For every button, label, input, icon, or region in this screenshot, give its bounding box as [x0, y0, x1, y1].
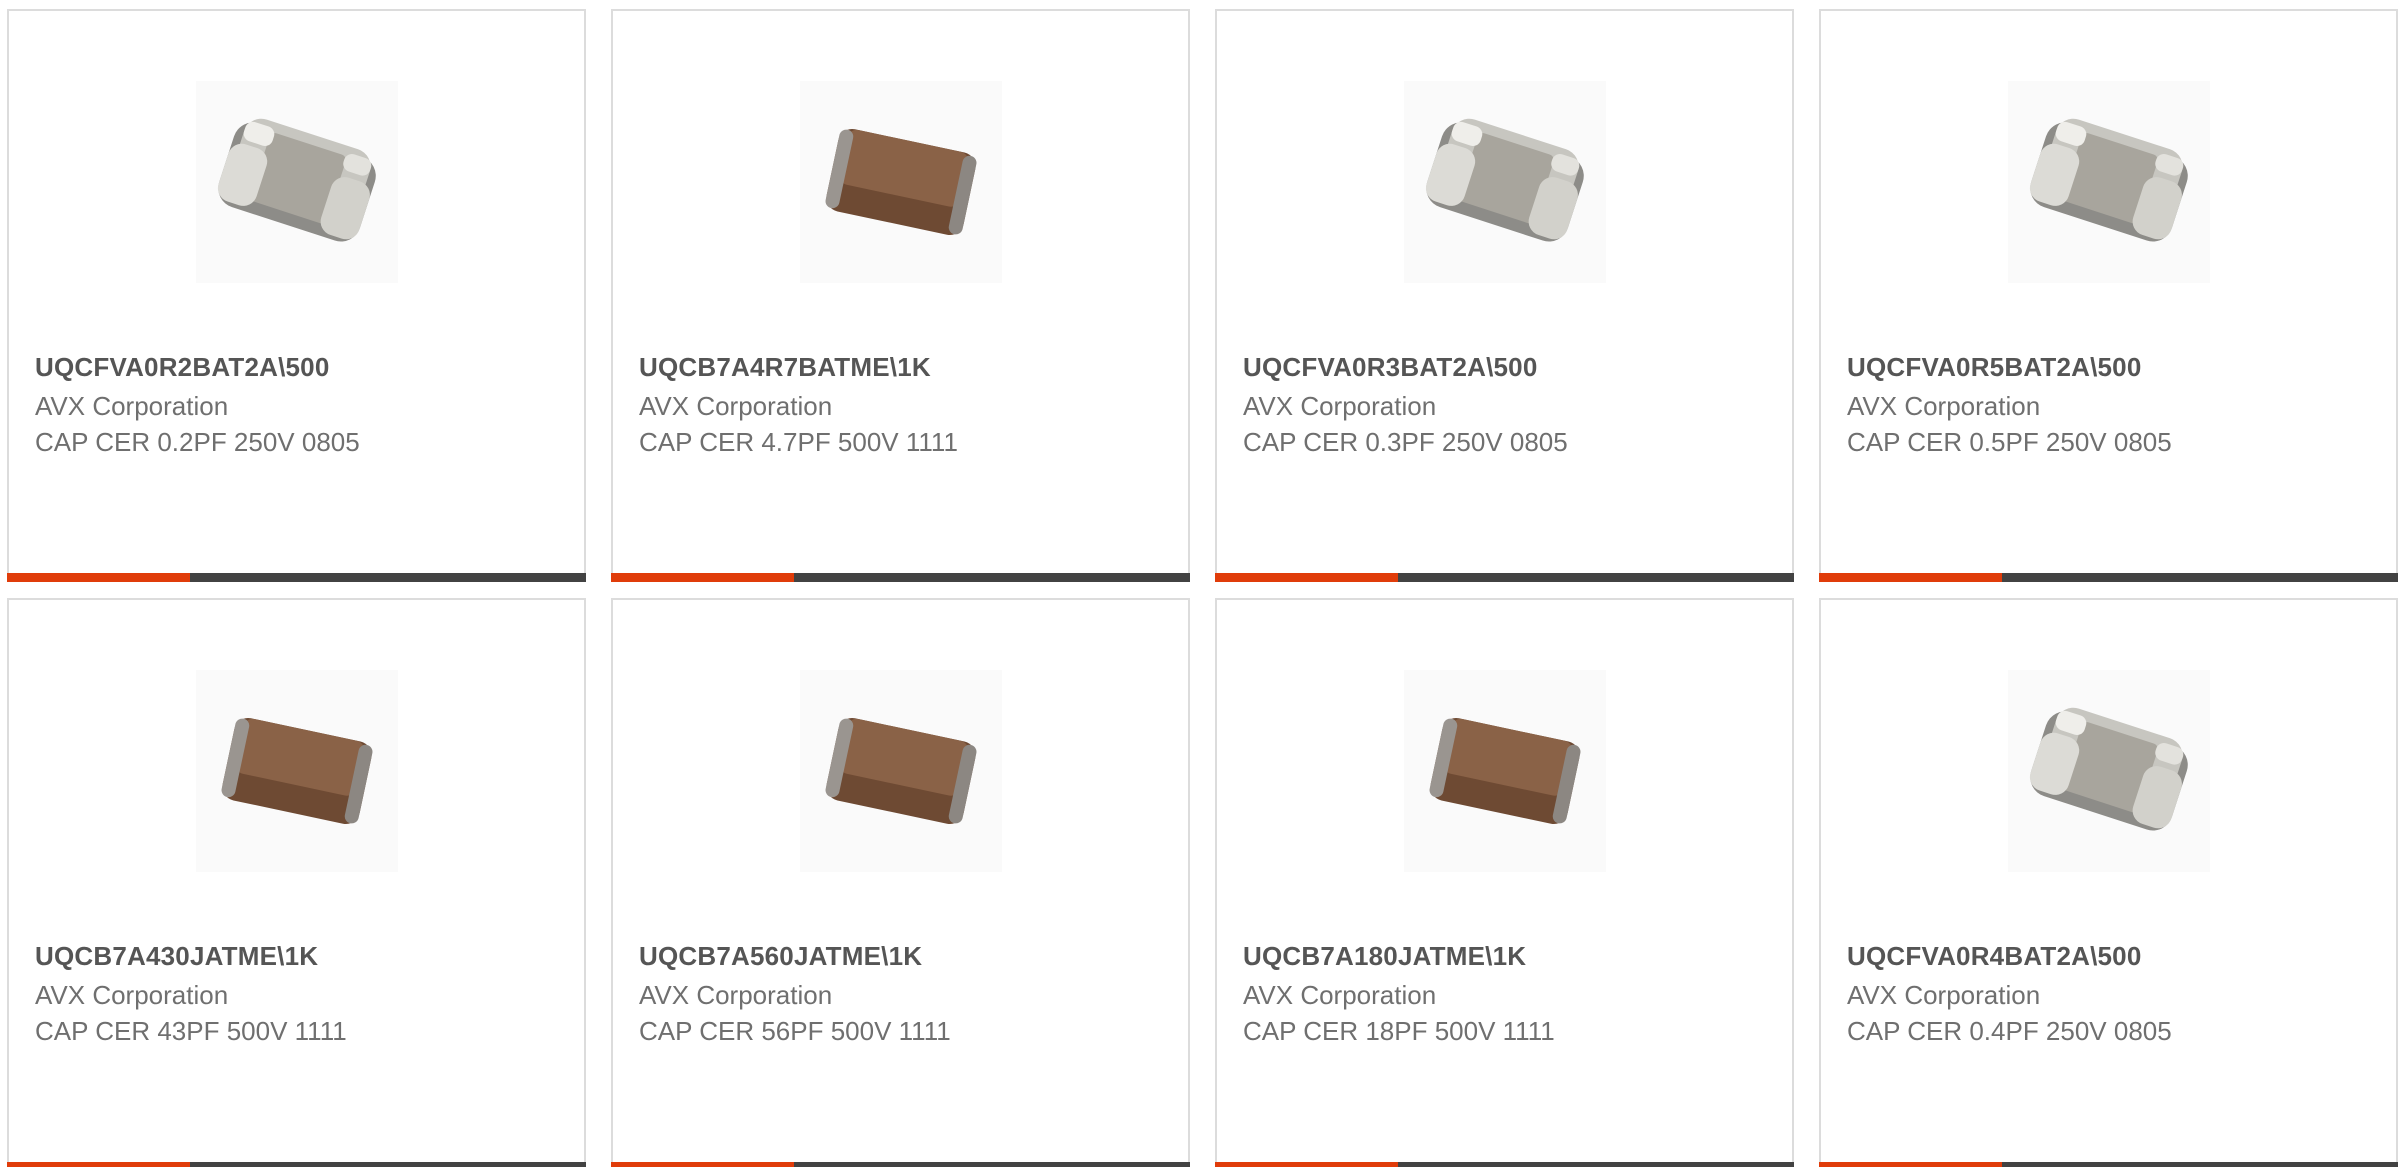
product-description: CAP CER 0.5PF 250V 0805 [1847, 427, 2172, 457]
product-card[interactable]: UQCB7A560JATME\1K AVX Corporation CAP CE… [611, 598, 1190, 1167]
brown-capacitor-icon [825, 717, 976, 825]
product-image[interactable] [195, 670, 398, 872]
brown-capacitor-icon [1429, 717, 1580, 825]
card-footer-bar [611, 573, 1190, 582]
part-number[interactable]: UQCB7A180JATME\1K [1243, 941, 1526, 972]
product-image[interactable] [2007, 670, 2210, 872]
part-number[interactable]: UQCFVA0R4BAT2A\500 [1847, 941, 2142, 972]
product-image[interactable] [1403, 81, 1606, 283]
manufacturer: AVX Corporation [35, 391, 229, 421]
accent-bar [1215, 573, 1398, 582]
product-description: CAP CER 0.2PF 250V 0805 [35, 427, 360, 457]
product-image[interactable] [799, 670, 1002, 872]
product-description: CAP CER 56PF 500V 1111 [639, 1016, 951, 1046]
accent-bar [611, 1162, 794, 1167]
card-footer-bar [7, 1162, 586, 1167]
manufacturer: AVX Corporation [35, 980, 229, 1010]
accent-bar [7, 1162, 190, 1167]
accent-bar [1819, 1162, 2002, 1167]
manufacturer: AVX Corporation [1243, 980, 1437, 1010]
manufacturer: AVX Corporation [1847, 391, 2041, 421]
silver-capacitor-icon [2029, 118, 2188, 242]
silver-capacitor-icon [217, 118, 376, 242]
card-footer-bar [1819, 1162, 2398, 1167]
product-card[interactable]: UQCFVA0R4BAT2A\500 AVX Corporation CAP C… [1819, 598, 2398, 1167]
brown-capacitor-icon [825, 128, 976, 236]
card-footer-bar [1215, 573, 1794, 582]
product-description: CAP CER 0.4PF 250V 0805 [1847, 1016, 2172, 1046]
card-footer-bar [1819, 573, 2398, 582]
product-card[interactable]: UQCFVA0R5BAT2A\500 AVX Corporation CAP C… [1819, 9, 2398, 582]
product-image[interactable] [1403, 670, 1606, 872]
part-number[interactable]: UQCB7A4R7BATME\1K [639, 352, 931, 383]
product-description: CAP CER 0.3PF 250V 0805 [1243, 427, 1568, 457]
brown-capacitor-icon [221, 717, 372, 825]
manufacturer: AVX Corporation [639, 391, 833, 421]
card-footer-bar [1215, 1162, 1794, 1167]
manufacturer: AVX Corporation [639, 980, 833, 1010]
product-card[interactable]: UQCFVA0R2BAT2A\500 AVX Corporation CAP C… [7, 9, 586, 582]
product-description: CAP CER 43PF 500V 1111 [35, 1016, 347, 1046]
accent-bar [7, 573, 190, 582]
card-footer-bar [7, 573, 586, 582]
part-number[interactable]: UQCB7A560JATME\1K [639, 941, 922, 972]
product-image[interactable] [195, 81, 398, 283]
part-number[interactable]: UQCFVA0R3BAT2A\500 [1243, 352, 1538, 383]
product-card[interactable]: UQCB7A4R7BATME\1K AVX Corporation CAP CE… [611, 9, 1190, 582]
silver-capacitor-icon [1425, 118, 1584, 242]
card-footer-bar [611, 1162, 1190, 1167]
manufacturer: AVX Corporation [1243, 391, 1437, 421]
product-card[interactable]: UQCB7A430JATME\1K AVX Corporation CAP CE… [7, 598, 586, 1167]
part-number[interactable]: UQCFVA0R2BAT2A\500 [35, 352, 330, 383]
manufacturer: AVX Corporation [1847, 980, 2041, 1010]
silver-capacitor-icon [2029, 707, 2188, 831]
product-grid: UQCFVA0R2BAT2A\500 AVX Corporation CAP C… [0, 0, 2400, 1167]
part-number[interactable]: UQCB7A430JATME\1K [35, 941, 318, 972]
product-card[interactable]: UQCFVA0R3BAT2A\500 AVX Corporation CAP C… [1215, 9, 1794, 582]
accent-bar [1215, 1162, 1398, 1167]
product-description: CAP CER 4.7PF 500V 1111 [639, 427, 958, 457]
accent-bar [1819, 573, 2002, 582]
product-image[interactable] [799, 81, 1002, 283]
product-image[interactable] [2007, 81, 2210, 283]
product-description: CAP CER 18PF 500V 1111 [1243, 1016, 1555, 1046]
accent-bar [611, 573, 794, 582]
part-number[interactable]: UQCFVA0R5BAT2A\500 [1847, 352, 2142, 383]
product-card[interactable]: UQCB7A180JATME\1K AVX Corporation CAP CE… [1215, 598, 1794, 1167]
